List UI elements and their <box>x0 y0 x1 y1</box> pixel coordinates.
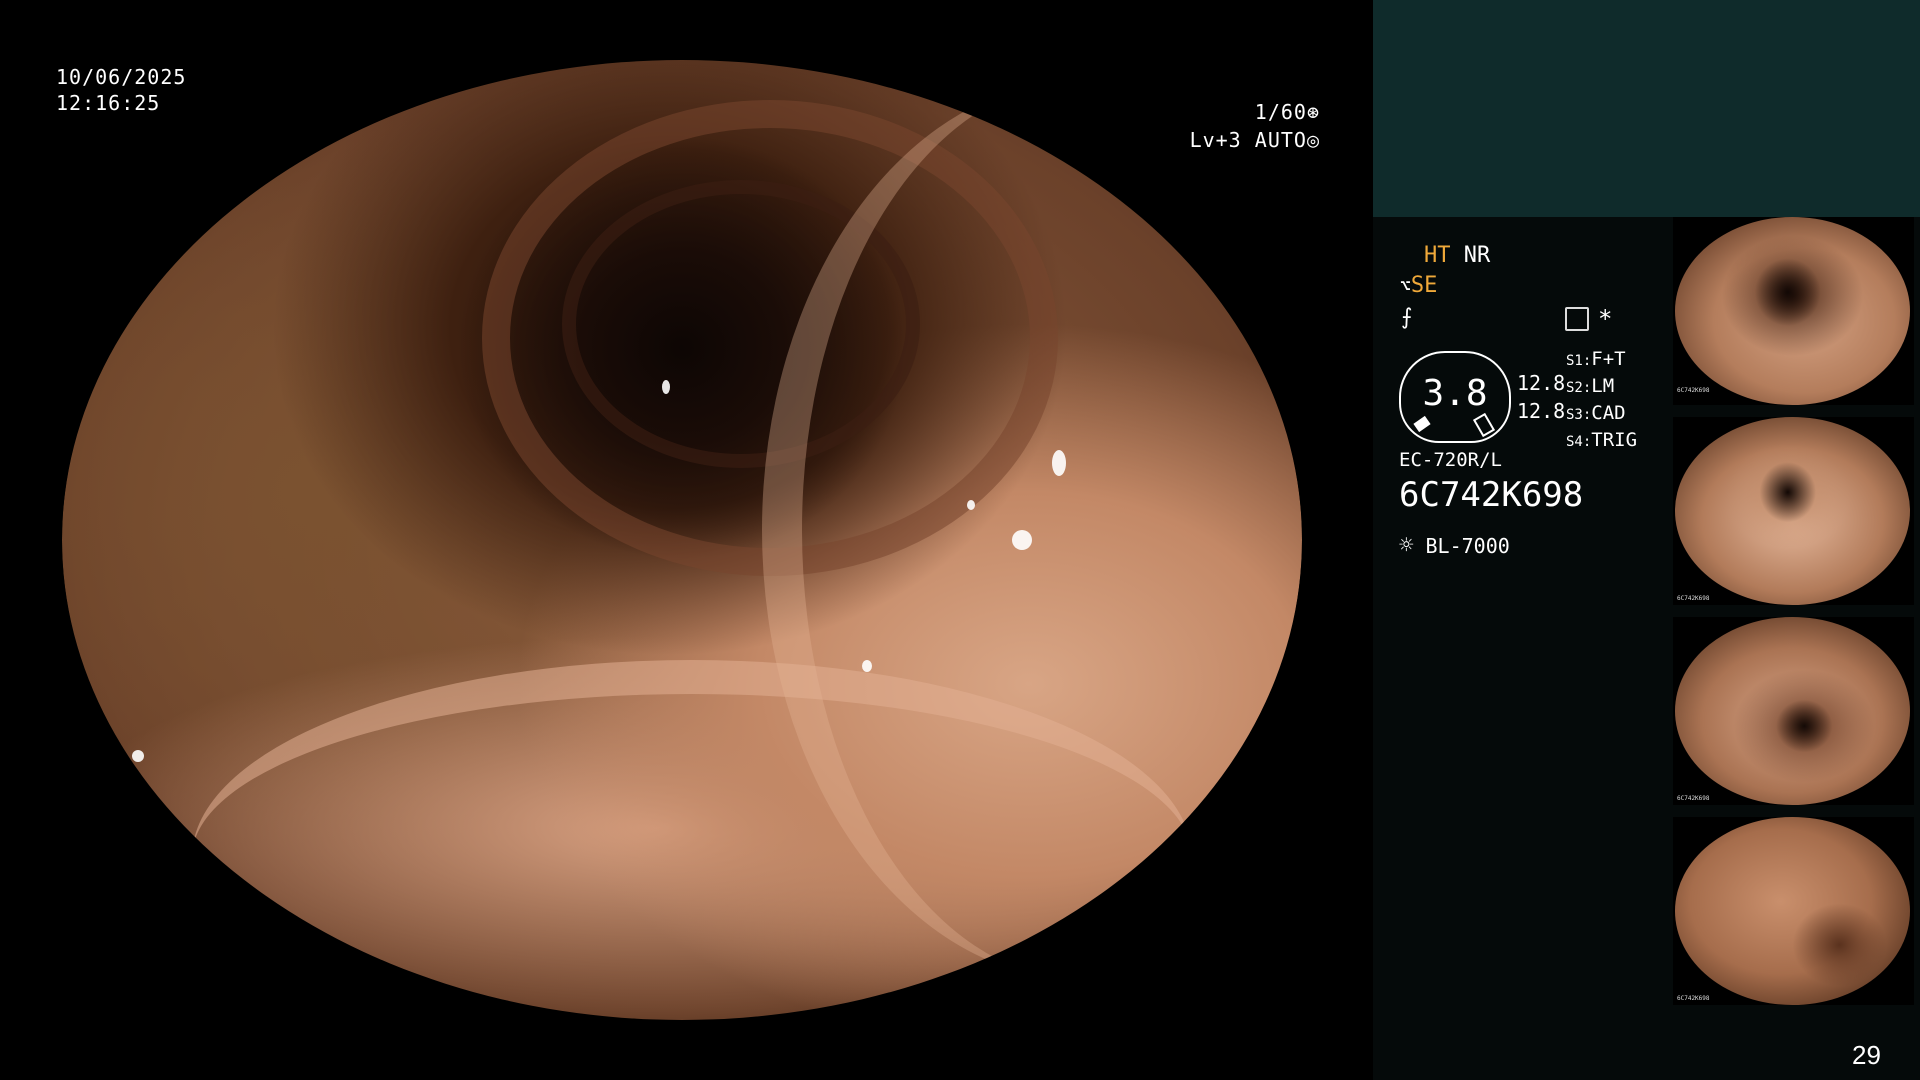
shutter-text: 1/60 <box>1254 100 1307 124</box>
scope-model: EC-720R/L <box>1399 449 1502 471</box>
gauge-needle-right <box>1472 412 1496 438</box>
thumbnail-column: 6C742K698 28 6C742K698 6C742K698 6C742K6… <box>1673 217 1920 1080</box>
thumbnail-caption: 6C742K698 <box>1677 387 1710 394</box>
exposure-readout: 1/60⊛ Lv+3 AUTO◎ <box>1180 98 1320 154</box>
se-label: SE <box>1410 273 1438 298</box>
asterisk-icon: * <box>1598 305 1613 333</box>
nr-label: NR <box>1463 243 1491 268</box>
gauge-needle-left <box>1413 415 1431 433</box>
thumbnail-image <box>1675 617 1910 805</box>
thumbnail-image <box>1675 417 1910 605</box>
specular-highlight <box>967 500 975 510</box>
structure-enhance: ⌥SE <box>1400 273 1437 298</box>
thumbnail-caption: 6C742K698 <box>1677 595 1710 602</box>
limit-bottom: 12.8 <box>1517 399 1566 423</box>
specular-highlight <box>862 660 872 672</box>
filter-icon: ⨍ <box>1401 305 1413 330</box>
ht-label: HT <box>1424 243 1451 268</box>
s1-value: F+T <box>1591 348 1626 370</box>
sun-icon: ☼ <box>1399 531 1414 559</box>
thumbnail-image <box>1675 217 1910 405</box>
thumbnail[interactable]: 6C742K698 <box>1673 817 1914 1005</box>
level-text: Lv+3 <box>1189 128 1242 152</box>
light-source-text: BL-7000 <box>1425 534 1510 558</box>
settings-list-icon <box>1565 307 1589 331</box>
thumbnail-caption: 6C742K698 <box>1677 995 1710 1002</box>
zoom-gauge: 3.8 <box>1399 351 1511 443</box>
aperture-icon: ⊛ <box>1306 100 1320 124</box>
zoom-limits: 12.8 12.8 <box>1517 369 1565 425</box>
specular-highlight <box>662 380 670 394</box>
s1-key: S1: <box>1566 353 1592 369</box>
info-header-area <box>1373 0 1920 217</box>
specular-highlight <box>1052 450 1066 476</box>
iris-icon: ◎ <box>1306 128 1320 152</box>
s3-value: CAD <box>1591 402 1626 424</box>
s4-key: S4: <box>1566 434 1592 450</box>
scope-switch-list: S1:F+T S2:LM S3:CAD S4:TRIG <box>1566 347 1637 455</box>
datetime-readout: 10/06/2025 12:16:25 <box>56 64 186 116</box>
zoom-value: 3.8 <box>1422 373 1488 414</box>
scope-serial: 6C742K698 <box>1399 475 1584 515</box>
limit-top: 12.8 <box>1517 371 1566 395</box>
enhancement-modes: HT NR <box>1424 243 1490 268</box>
s3-key: S3: <box>1566 407 1592 423</box>
structure-icon: ⌥ <box>1400 276 1411 297</box>
thumbnail[interactable]: 6C742K698 <box>1673 617 1914 805</box>
light-source: ☼ BL-7000 <box>1399 531 1510 559</box>
specular-highlight <box>1012 530 1032 550</box>
s4-value: TRIG <box>1591 429 1638 451</box>
thumbnail[interactable]: 6C742K698 28 <box>1673 217 1914 405</box>
s2-value: LM <box>1591 375 1615 397</box>
date-text: 10/06/2025 <box>56 65 187 89</box>
endoscope-live-view <box>62 60 1302 1020</box>
thumbnail[interactable]: 6C742K698 <box>1673 417 1914 605</box>
exposure-mode-text: AUTO <box>1254 128 1307 152</box>
thumbnail-caption: 6C742K698 <box>1677 795 1710 802</box>
specular-highlight <box>132 750 144 762</box>
settings-panel: HT NR ⌥SE ⨍ * 3.8 12.8 12.8 S1:F+T S2:LM… <box>1373 217 1673 1080</box>
thumbnail-image <box>1675 817 1910 1005</box>
s2-key: S2: <box>1566 380 1592 396</box>
time-text: 12:16:25 <box>56 91 161 115</box>
image-count: 29 <box>1852 1040 1881 1070</box>
